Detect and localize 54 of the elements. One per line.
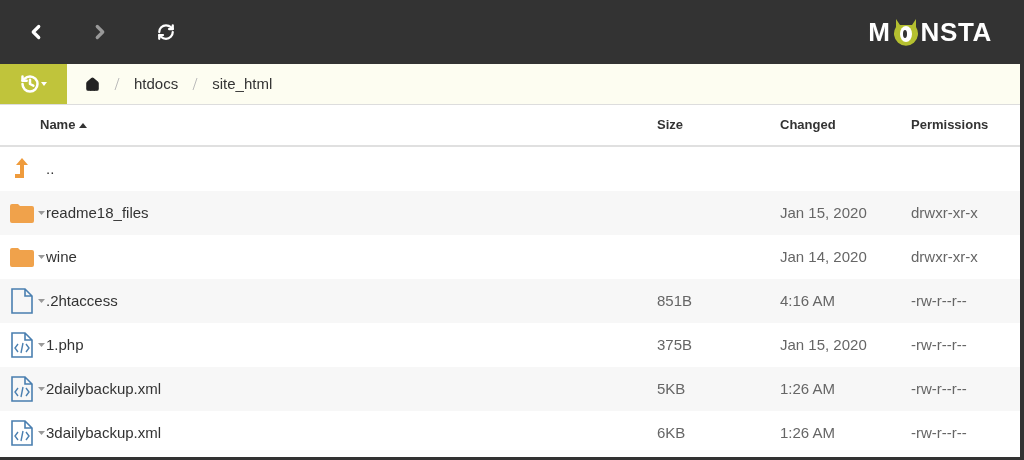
changed-date: Jan 15, 2020 [780, 203, 867, 221]
file-name: 1.php [46, 334, 84, 355]
file-name: 2dailybackup.xml [46, 378, 162, 399]
separator-icon [114, 78, 120, 90]
logo-text: NSTA [920, 15, 992, 49]
refresh-icon [157, 23, 175, 41]
permissions: drwxr-xr-x [911, 247, 978, 265]
file-size: 6KB [657, 423, 686, 441]
file-name: 3dailybackup.xml [46, 422, 162, 443]
file-icon [11, 288, 33, 314]
logo-text: M [868, 15, 891, 49]
caret-icon[interactable] [38, 299, 45, 303]
file-name: wine [46, 246, 77, 267]
file-size: 375B [657, 335, 693, 353]
file-size: 5KB [657, 379, 686, 397]
code-file-icon [11, 420, 33, 446]
code-file-icon [11, 332, 33, 358]
changed-date: 1:26 AM [780, 379, 836, 397]
column-header[interactable]: Permissions [911, 115, 989, 135]
up-arrow-icon [14, 158, 30, 180]
caret-icon [41, 82, 47, 86]
history-icon [20, 74, 40, 94]
breadcrumb-link[interactable]: htdocs [134, 72, 179, 96]
folder-icon [10, 247, 34, 267]
changed-date: 4:16 AM [780, 291, 836, 309]
changed-date: Jan 15, 2020 [780, 335, 867, 353]
column-header[interactable]: Changed [780, 115, 836, 135]
changed-date: Jan 14, 2020 [780, 247, 867, 265]
file-name: readme18_files [46, 202, 149, 223]
caret-icon[interactable] [38, 343, 45, 347]
file-name: .2htaccess [46, 290, 118, 311]
home-icon[interactable] [85, 76, 100, 92]
file-name: .. [46, 158, 55, 179]
changed-date: 1:26 AM [780, 423, 836, 441]
permissions: -rw-r--r-- [911, 379, 967, 397]
file-row[interactable]: 2dailybackup.xml 5KB 1:26 AM -rw-r--r-- [0, 367, 1020, 411]
permissions: -rw-r--r-- [911, 291, 967, 309]
column-header[interactable]: Name [40, 115, 76, 135]
caret-icon[interactable] [38, 431, 45, 435]
breadcrumb-link[interactable]: site_html [212, 72, 273, 96]
caret-icon[interactable] [38, 387, 45, 391]
separator-icon [192, 78, 199, 90]
history-button[interactable] [0, 64, 67, 104]
folder-icon [10, 203, 34, 223]
caret-icon[interactable] [38, 255, 45, 259]
permissions: -rw-r--r-- [911, 335, 967, 353]
permissions: drwxr-xr-x [911, 203, 978, 221]
code-file-icon [11, 376, 33, 402]
file-row[interactable]: .2htaccess 851B 4:16 AM -rw-r--r-- [0, 279, 1020, 323]
permissions: -rw-r--r-- [911, 423, 967, 441]
file-size: 851B [657, 291, 693, 309]
column-header[interactable]: Size [657, 115, 683, 135]
caret-icon[interactable] [38, 211, 45, 215]
file-row[interactable]: readme18_files Jan 15, 2020 drwxr-xr-x [0, 191, 1020, 235]
